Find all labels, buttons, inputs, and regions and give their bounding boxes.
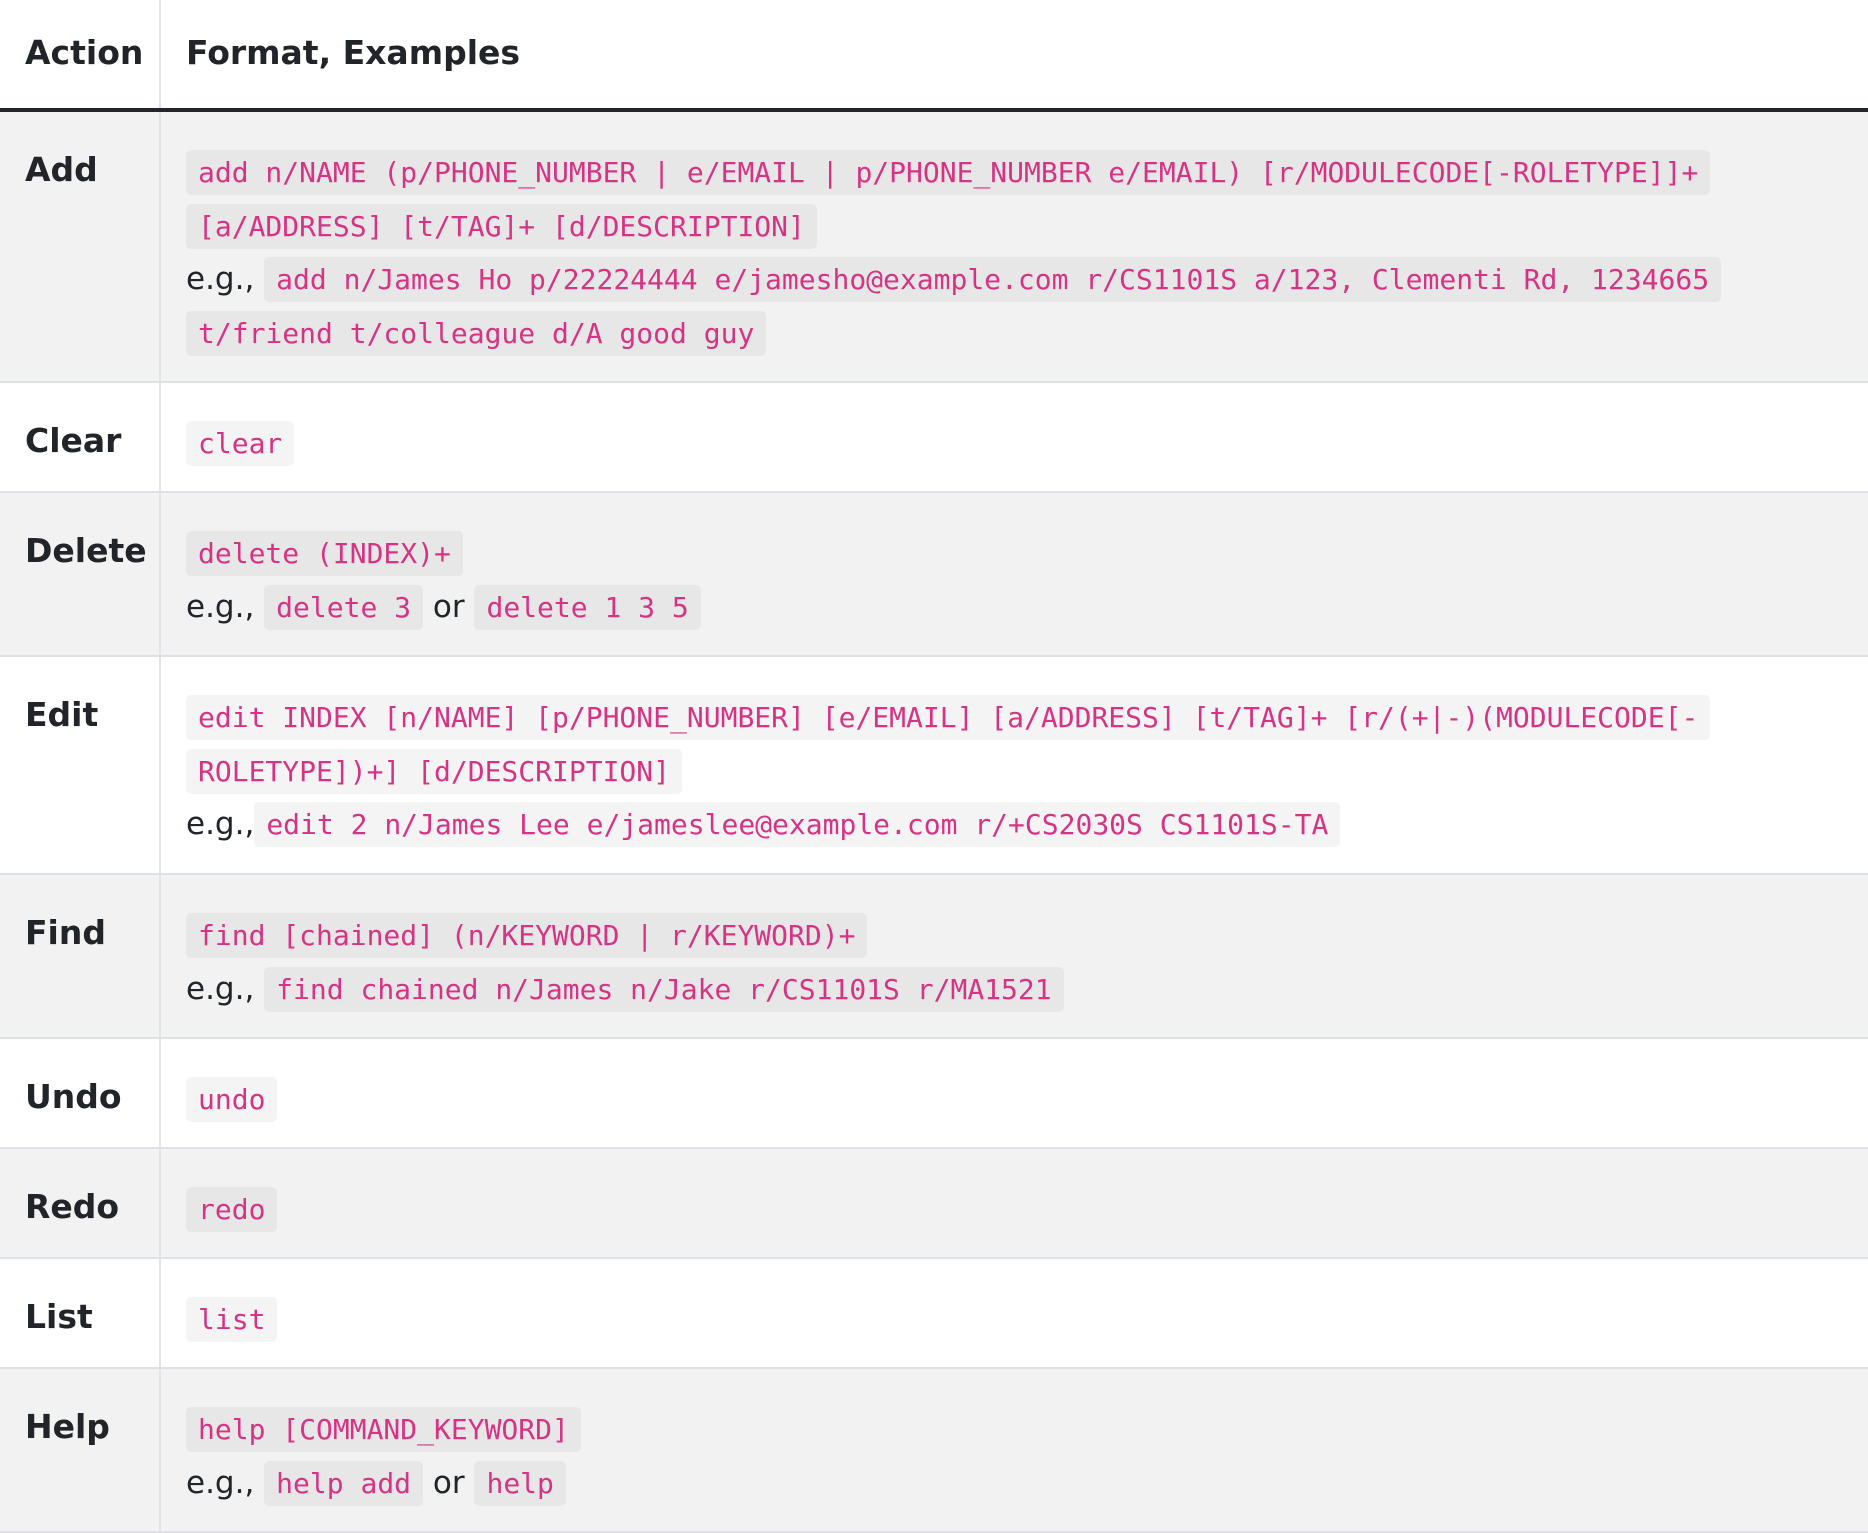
action-cell: Undo [0, 1038, 160, 1149]
format-cell: undo [159, 1038, 1868, 1149]
example-line: e.g., add n/James Ho p/22224444 e/jamesh… [186, 253, 1843, 360]
format-line: edit INDEX [n/NAME] [p/PHONE_NUMBER] [e/… [186, 691, 1843, 798]
example-joiner: or [432, 588, 465, 625]
format-cell: list [159, 1258, 1868, 1369]
example-code-2: delete 1 3 5 [474, 584, 701, 630]
format-cell: find [chained] (n/KEYWORD | r/KEYWORD)+ … [159, 874, 1868, 1039]
table-row-delete: Delete delete (INDEX)+ e.g., delete 3 or… [0, 492, 1868, 657]
example-joiner: or [432, 1464, 465, 1501]
example-prefix: e.g., [186, 588, 255, 625]
format-code: clear [186, 421, 295, 466]
format-code: redo [186, 1187, 278, 1232]
example-code: add n/James Ho p/22224444 e/jamesho@exam… [186, 257, 1722, 356]
table-header-row: Action Format, Examples [0, 0, 1868, 112]
action-cell: Clear [0, 382, 160, 493]
format-code: find [chained] (n/KEYWORD | r/KEYWORD)+ [186, 913, 868, 958]
table-row-clear: Clear clear [0, 382, 1868, 493]
example-code: edit 2 n/James Lee e/jameslee@example.co… [254, 802, 1341, 847]
example-code-2: help [474, 1460, 566, 1506]
format-cell: edit INDEX [n/NAME] [p/PHONE_NUMBER] [e/… [159, 656, 1868, 875]
format-line: delete (INDEX)+ [186, 527, 1843, 581]
header-format-examples: Format, Examples [159, 0, 1868, 112]
action-cell: Redo [0, 1148, 160, 1259]
table-row-undo: Undo undo [0, 1038, 1868, 1149]
action-cell: Help [0, 1368, 160, 1533]
format-line: redo [186, 1183, 1843, 1237]
example-line: e.g., help add or help [186, 1457, 1843, 1511]
example-prefix: e.g., [186, 261, 255, 297]
format-code: add n/NAME (p/PHONE_NUMBER | e/EMAIL | p… [186, 150, 1711, 249]
example-code: help add [264, 1460, 424, 1506]
format-code: list [186, 1297, 278, 1342]
format-cell: delete (INDEX)+ e.g., delete 3 or delete… [159, 492, 1868, 657]
format-line: clear [186, 417, 1843, 471]
format-cell: help [COMMAND_KEYWORD] e.g., help add or… [159, 1368, 1868, 1533]
format-code: delete (INDEX)+ [186, 531, 463, 576]
format-cell: redo [159, 1148, 1868, 1259]
action-cell: Edit [0, 656, 160, 875]
format-code: edit INDEX [n/NAME] [p/PHONE_NUMBER] [e/… [186, 695, 1711, 794]
table-row-add: Add add n/NAME (p/PHONE_NUMBER | e/EMAIL… [0, 110, 1868, 383]
table-row-edit: Edit edit INDEX [n/NAME] [p/PHONE_NUMBER… [0, 656, 1868, 875]
format-line: add n/NAME (p/PHONE_NUMBER | e/EMAIL | p… [186, 146, 1843, 253]
action-cell: Add [0, 110, 160, 383]
example-prefix: e.g., [186, 970, 255, 1007]
format-line: list [186, 1293, 1843, 1347]
format-cell: add n/NAME (p/PHONE_NUMBER | e/EMAIL | p… [159, 110, 1868, 383]
format-code: help [COMMAND_KEYWORD] [186, 1407, 581, 1452]
example-code: delete 3 [264, 584, 424, 630]
table-row-find: Find find [chained] (n/KEYWORD | r/KEYWO… [0, 874, 1868, 1039]
action-cell: Delete [0, 492, 160, 657]
command-summary-table: Action Format, Examples Add add n/NAME (… [0, 0, 1868, 1533]
format-cell: clear [159, 382, 1868, 493]
format-line: help [COMMAND_KEYWORD] [186, 1403, 1843, 1457]
format-line: undo [186, 1073, 1843, 1127]
action-cell: Find [0, 874, 160, 1039]
example-prefix: e.g., [186, 806, 255, 842]
example-line: e.g., find chained n/James n/Jake r/CS11… [186, 963, 1843, 1017]
header-action: Action [0, 0, 160, 112]
action-cell: List [0, 1258, 160, 1369]
table-row-list: List list [0, 1258, 1868, 1369]
example-code: find chained n/James n/Jake r/CS1101S r/… [264, 966, 1064, 1012]
example-line: e.g., delete 3 or delete 1 3 5 [186, 581, 1843, 635]
table-row-help: Help help [COMMAND_KEYWORD] e.g., help a… [0, 1368, 1868, 1533]
format-line: find [chained] (n/KEYWORD | r/KEYWORD)+ [186, 909, 1843, 963]
table-row-redo: Redo redo [0, 1148, 1868, 1259]
example-prefix: e.g., [186, 1464, 255, 1501]
format-code: undo [186, 1077, 278, 1122]
example-line: e.g., edit 2 n/James Lee e/jameslee@examp… [186, 798, 1843, 852]
